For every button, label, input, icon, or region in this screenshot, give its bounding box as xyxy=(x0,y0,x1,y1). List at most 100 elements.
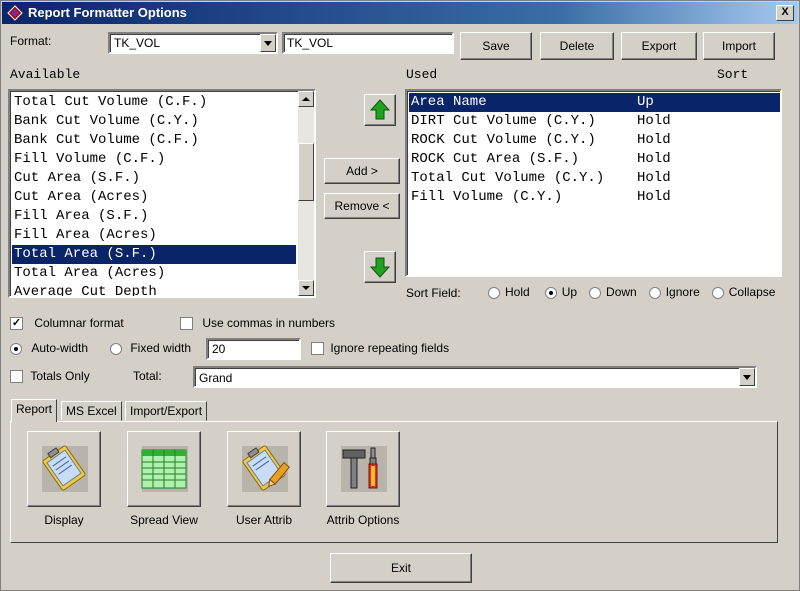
exit-button[interactable]: Exit xyxy=(330,553,472,583)
sort-option-ignore[interactable]: Ignore xyxy=(648,285,700,299)
columnar-format-label: Columnar format xyxy=(34,316,124,330)
columnar-format-checkbox[interactable]: ✓ Columnar format xyxy=(10,316,124,331)
used-items: Area Name Up DIRT Cut Volume (C.Y.) Hold ROC… xyxy=(409,93,780,207)
export-button-label: Export xyxy=(641,39,677,53)
display-button[interactable] xyxy=(27,431,101,507)
sort-option-down[interactable]: Down xyxy=(589,285,637,299)
available-list-item[interactable]: Total Cut Volume (C.F.) xyxy=(12,93,296,112)
format-name-input[interactable]: TK_VOL xyxy=(282,32,454,54)
sort-field-radio-group: Hold Up Down Ignore Collapse xyxy=(488,285,775,299)
attrib-options-button[interactable] xyxy=(326,431,400,507)
window-title: Report Formatter Options xyxy=(28,5,187,20)
used-field-name: ROCK Cut Area (S.F.) xyxy=(411,151,580,167)
available-list-item[interactable]: Total Area (S.F.) xyxy=(12,245,296,264)
available-list-item[interactable]: Fill Volume (C.F.) xyxy=(12,150,296,169)
fixed-width-label: Fixed width xyxy=(130,341,192,355)
sort-option-label: Down xyxy=(606,285,637,299)
tab-report[interactable]: Report xyxy=(11,399,58,422)
chevron-down-icon[interactable] xyxy=(260,34,276,52)
available-list[interactable]: Total Cut Volume (C.F.) Bank Cut Volume (… xyxy=(8,89,316,298)
user-attrib-button[interactable] xyxy=(227,431,301,507)
sort-option-collapse[interactable]: Collapse xyxy=(711,285,775,299)
ignore-repeating-checkbox[interactable]: Ignore repeating fields xyxy=(311,341,450,356)
use-commas-checkbox[interactable]: Use commas in numbers xyxy=(180,316,336,331)
used-list-item[interactable]: Fill Volume (C.Y.) Hold xyxy=(409,188,780,207)
auto-width-radio-dot[interactable] xyxy=(10,342,22,355)
format-combo[interactable]: TK_VOL xyxy=(108,32,278,54)
used-field-name: Total Cut Volume (C.Y.) xyxy=(411,170,605,186)
ignore-repeating-label: Ignore repeating fields xyxy=(330,341,450,355)
columnar-format-check[interactable]: ✓ xyxy=(10,317,23,331)
available-list-item[interactable]: Cut Area (S.F.) xyxy=(12,169,296,188)
arrow-up-icon xyxy=(369,99,391,120)
available-list-item[interactable]: Fill Area (S.F.) xyxy=(12,207,296,226)
available-list-item[interactable]: Cut Area (Acres) xyxy=(12,188,296,207)
used-field-sort: Hold xyxy=(637,132,671,148)
format-combo-value: TK_VOL xyxy=(114,36,161,50)
chevron-down-icon[interactable] xyxy=(739,368,755,386)
sort-option-radio-dot[interactable] xyxy=(544,286,557,299)
auto-width-label: Auto-width xyxy=(31,341,89,355)
available-list-item[interactable]: Bank Cut Volume (C.Y.) xyxy=(12,112,296,131)
used-list-item[interactable]: Total Cut Volume (C.Y.) Hold xyxy=(409,169,780,188)
used-list-item[interactable]: ROCK Cut Volume (C.Y.) Hold xyxy=(409,131,780,150)
move-down-button[interactable] xyxy=(364,251,396,283)
add-button[interactable]: Add > xyxy=(324,158,400,184)
fixed-width-radio-dot[interactable] xyxy=(110,342,122,355)
sort-option-radio-dot[interactable] xyxy=(488,286,500,299)
tab-ms-excel-label: MS Excel xyxy=(66,404,117,418)
move-up-button[interactable] xyxy=(364,94,396,126)
totals-only-check[interactable] xyxy=(10,370,23,384)
used-list[interactable]: Area Name Up DIRT Cut Volume (C.Y.) Hold ROC… xyxy=(405,89,782,277)
sort-option-radio-dot[interactable] xyxy=(648,286,661,299)
totals-only-label: Totals Only xyxy=(30,369,90,383)
spread-view-button[interactable] xyxy=(127,431,201,507)
scroll-thumb[interactable] xyxy=(298,143,314,201)
used-list-item[interactable]: ROCK Cut Area (S.F.) Hold xyxy=(409,150,780,169)
tab-ms-excel[interactable]: MS Excel xyxy=(61,401,122,421)
scroll-down-icon[interactable] xyxy=(298,280,314,296)
used-field-sort: Hold xyxy=(637,151,671,167)
use-commas-check[interactable] xyxy=(180,317,193,331)
total-combo[interactable]: Grand xyxy=(193,366,757,388)
tab-import-export-label: Import/Export xyxy=(130,404,203,418)
sort-option-up[interactable]: Up xyxy=(544,285,577,299)
scroll-up-icon[interactable] xyxy=(298,91,314,107)
display-label: Display xyxy=(44,513,84,527)
ignore-repeating-check[interactable] xyxy=(311,342,324,356)
total-label: Total: xyxy=(133,369,162,383)
import-button[interactable]: Import xyxy=(703,32,775,60)
totals-only-checkbox[interactable]: Totals Only xyxy=(10,369,90,384)
delete-button[interactable]: Delete xyxy=(540,32,614,60)
auto-width-radio[interactable]: Auto-width xyxy=(10,341,88,355)
used-list-item[interactable]: Area Name Up xyxy=(409,93,780,112)
total-combo-value: Grand xyxy=(199,371,233,385)
used-field-sort: Hold xyxy=(637,170,671,186)
sort-option-hold[interactable]: Hold xyxy=(488,285,530,299)
export-button[interactable]: Export xyxy=(621,32,697,60)
used-list-item[interactable]: DIRT Cut Volume (C.Y.) Hold xyxy=(409,112,780,131)
available-list-item[interactable]: Average Cut Depth xyxy=(12,283,296,296)
available-list-item[interactable]: Fill Area (Acres) xyxy=(12,226,296,245)
available-list-item[interactable]: Total Area (Acres) xyxy=(12,264,296,283)
save-button[interactable]: Save xyxy=(460,32,532,60)
sort-option-radio-dot[interactable] xyxy=(711,286,724,299)
used-field-name: DIRT Cut Volume (C.Y.) xyxy=(411,113,596,129)
tab-import-export[interactable]: Import/Export xyxy=(125,401,208,421)
use-commas-label: Use commas in numbers xyxy=(202,316,336,330)
used-field-sort: Up xyxy=(637,94,654,110)
used-field-name: Area Name xyxy=(411,94,487,110)
fixed-width-radio[interactable]: Fixed width xyxy=(110,341,191,355)
attrib-options-label: Attrib Options xyxy=(326,513,400,527)
width-input[interactable]: 20 xyxy=(206,338,301,360)
close-button[interactable]: X xyxy=(776,5,794,21)
clipboard-pencil-icon xyxy=(242,445,291,492)
available-list-item[interactable]: Bank Cut Volume (C.F.) xyxy=(12,131,296,150)
sort-option-label: Hold xyxy=(505,285,530,299)
remove-button[interactable]: Remove < xyxy=(324,193,400,219)
save-button-label: Save xyxy=(482,39,510,53)
available-scrollbar[interactable] xyxy=(298,91,314,296)
available-items: Total Cut Volume (C.F.) Bank Cut Volume (… xyxy=(12,93,296,296)
sort-option-radio-dot[interactable] xyxy=(589,286,602,299)
app-icon xyxy=(7,5,23,21)
